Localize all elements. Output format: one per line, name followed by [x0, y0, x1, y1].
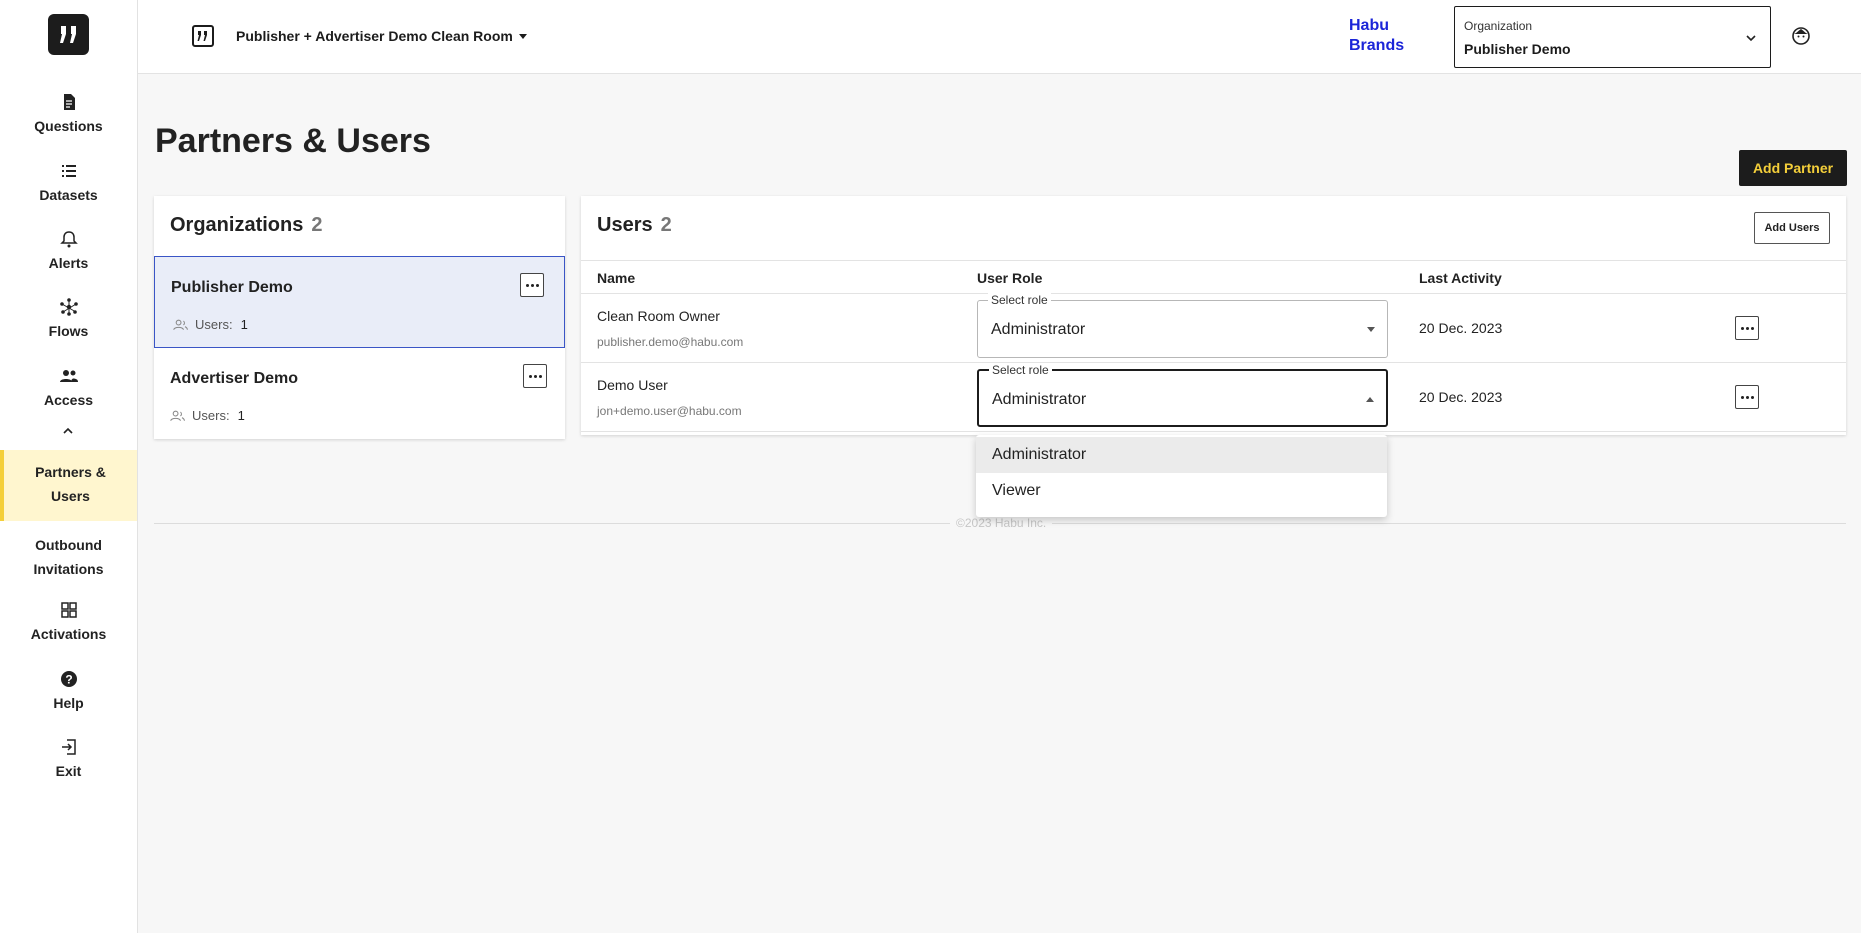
org-name: Publisher Demo	[171, 279, 293, 296]
row-more-options-button[interactable]	[1735, 316, 1759, 340]
bell-icon	[59, 229, 79, 249]
sidebar-item-label: Flows	[48, 323, 89, 339]
clean-room-title: Publisher + Advertiser Demo Clean Room	[236, 28, 513, 44]
table-header: Name User Role Last Activity	[581, 260, 1846, 294]
clean-room-selector[interactable]: Publisher + Advertiser Demo Clean Room	[236, 28, 527, 44]
people-icon	[59, 366, 79, 386]
organizations-title: Organizations 2	[170, 214, 322, 237]
organizations-count: 2	[311, 214, 323, 236]
column-header-last-activity: Last Activity	[1419, 270, 1502, 286]
users-title: Users 2	[597, 214, 672, 237]
sidebar-item-questions[interactable]: Questions	[0, 92, 137, 138]
users-panel: Users 2 Add Users Name User Role Last Act…	[581, 196, 1846, 435]
help-icon: ?	[59, 669, 79, 689]
role-select-value: Administrator	[991, 321, 1086, 338]
list-icon	[59, 161, 79, 181]
sidebar-item-label: Partners & Users	[35, 464, 106, 504]
org-users: Users: 1	[173, 317, 248, 332]
sidebar-item-label: Questions	[34, 118, 103, 134]
document-icon	[59, 92, 79, 112]
organization-select-label: Organization	[1464, 19, 1533, 33]
habu-logo-icon[interactable]	[48, 14, 89, 55]
chevron-up-icon[interactable]	[60, 423, 76, 439]
exit-icon	[59, 737, 79, 757]
sidebar-item-outbound-invitations[interactable]: Outbound Invitations	[0, 533, 137, 581]
org-users-count: 1	[237, 408, 245, 423]
table-row: Demo User jon+demo.user@habu.com Select …	[581, 363, 1846, 432]
sidebar-item-alerts[interactable]: Alerts	[0, 229, 137, 275]
last-activity: 20 Dec. 2023	[1419, 389, 1503, 405]
sidebar-item-flows[interactable]: Flows	[0, 297, 137, 343]
role-select-value: Administrator	[992, 391, 1087, 408]
user-email: publisher.demo@habu.com	[597, 335, 744, 349]
network-icon	[59, 297, 79, 317]
users-title-text: Users	[597, 214, 653, 236]
grid-icon	[59, 600, 79, 620]
role-select-label: Select role	[989, 363, 1052, 377]
org-users: Users: 1	[170, 408, 245, 423]
org-name: Advertiser Demo	[170, 370, 299, 387]
clean-room-icon	[192, 25, 214, 47]
sidebar-item-label: Exit	[55, 763, 82, 779]
org-card-advertiser-demo[interactable]: Advertiser Demo Users: 1	[154, 348, 565, 440]
add-partner-button[interactable]: Add Partner	[1739, 150, 1847, 186]
sidebar-item-datasets[interactable]: Datasets	[0, 161, 137, 207]
org-users-count: 1	[240, 317, 248, 332]
organization-select[interactable]: Organization Publisher Demo	[1454, 6, 1771, 68]
column-header-name: Name	[597, 270, 636, 286]
sidebar-item-access[interactable]: Access	[0, 366, 137, 412]
sidebar-item-label: Help	[53, 695, 84, 711]
people-icon	[170, 410, 185, 421]
org-users-label: Users:	[195, 317, 233, 332]
organization-select-value: Publisher Demo	[1464, 41, 1571, 57]
sidebar-item-activations[interactable]: Activations	[0, 600, 137, 646]
org-users-label: Users:	[192, 408, 230, 423]
sidebar-item-exit[interactable]: Exit	[0, 737, 137, 783]
role-option-administrator[interactable]: Administrator	[976, 437, 1387, 473]
role-select[interactable]: Select role Administrator	[977, 293, 1388, 358]
users-count: 2	[660, 214, 672, 236]
svg-text:?: ?	[65, 673, 72, 687]
column-header-user-role: User Role	[977, 270, 1043, 286]
sidebar-item-label: Outbound Invitations	[33, 537, 104, 577]
footer-copyright: ©2023 Habu Inc.	[950, 516, 1053, 530]
sidebar-item-help[interactable]: ? Help	[0, 669, 137, 715]
sidebar-item-partners-users[interactable]: Partners & Users	[0, 450, 137, 521]
more-options-button[interactable]	[523, 364, 547, 388]
organizations-title-text: Organizations	[170, 214, 304, 236]
user-name: Demo User	[597, 377, 668, 393]
sidebar-item-label: Activations	[30, 626, 107, 642]
row-more-options-button[interactable]	[1735, 385, 1759, 409]
user-avatar-icon[interactable]	[1791, 26, 1811, 46]
sidebar-item-label: Alerts	[48, 255, 89, 271]
org-card-publisher-demo[interactable]: Publisher Demo Users: 1	[154, 256, 565, 348]
sidebar-item-label: Datasets	[39, 187, 98, 203]
last-activity: 20 Dec. 2023	[1419, 320, 1503, 336]
table-row: Clean Room Owner publisher.demo@habu.com…	[581, 293, 1846, 363]
page-title: Partners & Users	[155, 122, 431, 160]
people-icon	[173, 319, 188, 330]
chevron-down-icon	[1746, 35, 1756, 42]
role-dropdown-menu: Administrator Viewer	[976, 435, 1387, 517]
user-email: jon+demo.user@habu.com	[597, 404, 742, 418]
role-option-viewer[interactable]: Viewer	[976, 473, 1387, 509]
role-select-label: Select role	[988, 293, 1051, 307]
more-options-button[interactable]	[520, 273, 544, 297]
brand-name: Habu Brands	[1349, 17, 1405, 54]
caret-down-icon	[1367, 327, 1375, 332]
sidebar: Questions Datasets Alerts Flows Access P…	[0, 0, 138, 933]
role-select[interactable]: Select role Administrator	[977, 363, 1388, 427]
caret-down-icon	[518, 33, 527, 39]
add-users-button[interactable]: Add Users	[1754, 212, 1830, 244]
sidebar-item-label: Access	[43, 392, 94, 408]
user-name: Clean Room Owner	[597, 308, 720, 324]
organizations-panel: Organizations 2 Publisher Demo Users: 1 A…	[154, 196, 565, 439]
top-header: Publisher + Advertiser Demo Clean Room H…	[138, 0, 1861, 74]
caret-up-icon	[1366, 397, 1374, 402]
